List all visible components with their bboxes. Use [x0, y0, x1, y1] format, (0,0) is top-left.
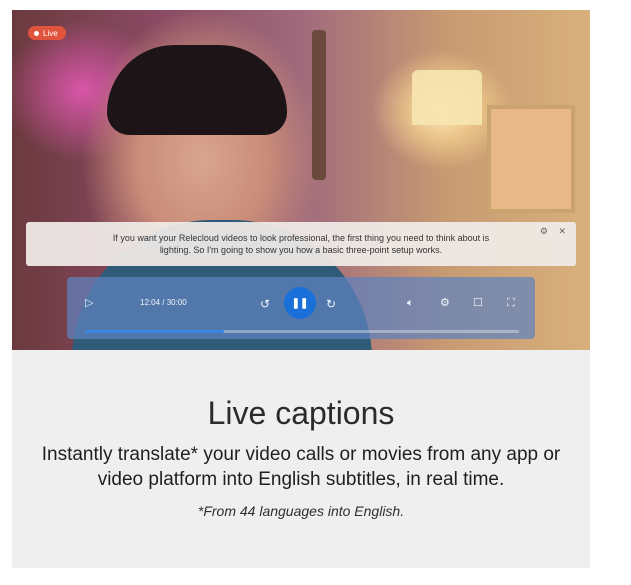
- live-dot-icon: [34, 30, 39, 36]
- progress-track[interactable]: [85, 330, 519, 333]
- player-controls-bar: ▷ 12:04 / 30:00 ↺ ❚❚ ↻ 🔈︎ ⚙ ☐ ⛶: [67, 277, 535, 339]
- caption-text: If you want your Relecloud videos to loo…: [112, 233, 490, 255]
- background-guitar: [312, 30, 326, 180]
- pause-icon: ❚❚: [291, 297, 309, 309]
- promo-description: Instantly translate* your video calls or…: [41, 444, 561, 490]
- live-captions-card: Live If you want your Relecloud videos t…: [12, 10, 590, 568]
- volume-icon[interactable]: 🔈︎: [407, 297, 414, 309]
- person-hair: [107, 45, 287, 135]
- progress-fill: [85, 330, 224, 333]
- background-lamp: [412, 70, 482, 125]
- live-label: Live: [43, 28, 58, 38]
- forward-10-icon[interactable]: ↻: [326, 298, 336, 310]
- promo-title: Live captions: [207, 395, 395, 431]
- settings-icon[interactable]: ⚙: [440, 297, 450, 309]
- video-player[interactable]: Live If you want your Relecloud videos t…: [12, 10, 590, 350]
- pause-button[interactable]: ❚❚: [284, 287, 316, 319]
- rewind-10-icon[interactable]: ↺: [260, 298, 270, 310]
- caption-settings-icon[interactable]: ⚙: [540, 226, 548, 237]
- miniplayer-icon[interactable]: ☐: [473, 297, 483, 309]
- time-readout: 12:04 / 30:00: [140, 298, 187, 307]
- caption-close-icon[interactable]: ✕: [558, 226, 566, 237]
- background-picture-frame: [487, 105, 575, 213]
- caption-overlay: If you want your Relecloud videos to loo…: [26, 222, 576, 266]
- promo-footnote: *From 44 languages into English.: [197, 503, 405, 519]
- play-icon[interactable]: ▷: [85, 297, 93, 309]
- live-badge: Live: [28, 26, 66, 40]
- fullscreen-icon[interactable]: ⛶: [507, 297, 515, 309]
- promo-section: Live captions Instantly translate* your …: [12, 350, 590, 568]
